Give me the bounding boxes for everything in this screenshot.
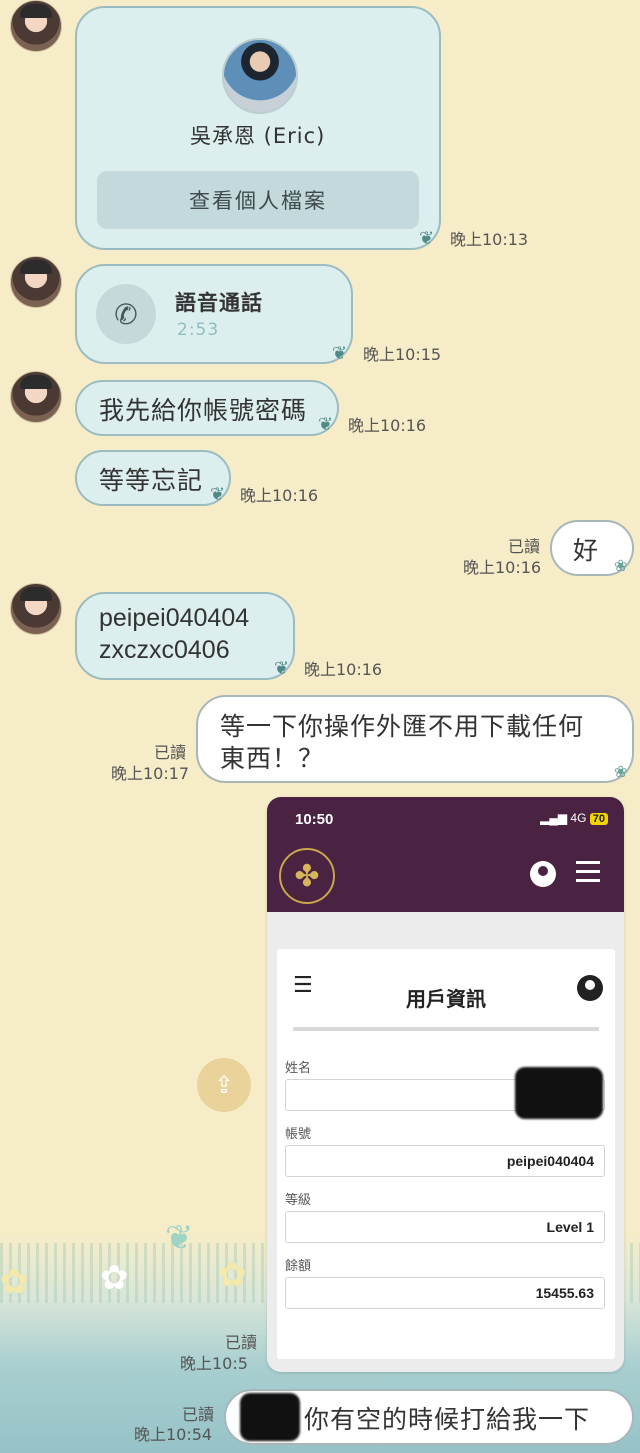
sender-avatar[interactable]: [10, 0, 62, 52]
network-label: 4G: [570, 811, 587, 825]
message-text: 好: [573, 536, 600, 565]
contact-avatar[interactable]: [222, 38, 298, 114]
call-duration: 2:53: [177, 320, 220, 340]
redaction-mark: [240, 1393, 300, 1441]
apple-icon: ❀: [614, 762, 628, 781]
contact-name: 吳承恩 (Eric): [190, 124, 326, 148]
message-time: 晚上10:17: [111, 764, 190, 783]
divider: [293, 1027, 599, 1031]
brand-logo: ✤: [279, 848, 335, 904]
flower-icon: ✿: [100, 1258, 129, 1298]
field-label: 等級: [285, 1193, 312, 1208]
signal-icon: ▂▄▆: [540, 811, 571, 825]
level-field: Level 1: [285, 1211, 605, 1243]
butterfly-icon: ❦: [210, 484, 226, 505]
account-field: peipei040404: [285, 1145, 605, 1177]
message-text: 你有空的時候打給我一下: [304, 1405, 591, 1434]
message-text: 我先給你帳號密碼: [99, 396, 308, 425]
butterfly-icon: ❦: [165, 1218, 194, 1258]
message-text: 等等忘記: [99, 466, 204, 495]
sender-avatar[interactable]: [10, 371, 62, 423]
message-text: peipei040404: [99, 604, 250, 632]
message-time: 晚上10:5: [180, 1354, 248, 1373]
shared-image[interactable]: 10:50 ▂▄▆ 4G 70 ✤ ☰ 用戶資訊 姓名 陳佩佩 帳號 peipe…: [267, 797, 624, 1372]
butterfly-icon: ❦: [332, 343, 348, 364]
message-time: 晚上10:16: [348, 416, 427, 435]
field-label: 帳號: [285, 1127, 312, 1142]
message-text: 等一下你操作外匯不用下載任何: [220, 712, 585, 741]
apple-icon: ❀: [614, 556, 628, 575]
field-label: 姓名: [285, 1061, 312, 1076]
sender-avatar[interactable]: [10, 583, 62, 635]
balance-field: 15455.63: [285, 1277, 605, 1309]
status-clock: 10:50: [295, 811, 334, 828]
message-time: 晚上10:16: [463, 558, 542, 577]
user-info-card: ☰ 用戶資訊 姓名 陳佩佩 帳號 peipei040404 等級 Level 1…: [277, 949, 615, 1359]
field-label: 餘額: [285, 1259, 312, 1274]
phone-icon: ✆: [96, 284, 156, 344]
flower-icon: ✿: [0, 1262, 29, 1302]
flower-icon: ✿: [218, 1255, 247, 1295]
menu-icon: [576, 861, 600, 883]
view-profile-button[interactable]: 查看個人檔案: [97, 171, 419, 229]
redaction-mark: [515, 1067, 603, 1119]
message-time: 晚上10:54: [134, 1425, 213, 1444]
card-title: 用戶資訊: [406, 987, 486, 1011]
user-icon: [577, 975, 603, 1001]
message-time: 晚上10:16: [240, 486, 319, 505]
butterfly-icon: ❦: [274, 658, 290, 679]
message-time: 晚上10:13: [450, 230, 529, 249]
status-bar: ▂▄▆ 4G 70: [540, 811, 608, 825]
sender-avatar[interactable]: [10, 256, 62, 308]
user-icon: [530, 861, 556, 887]
butterfly-icon: ❦: [318, 414, 334, 435]
battery-icon: 70: [589, 813, 608, 825]
message-text: 東西！？: [220, 744, 325, 773]
call-title: 語音通話: [175, 291, 263, 315]
butterfly-icon: ❦: [419, 228, 435, 249]
share-icon[interactable]: ⇪: [197, 1058, 251, 1112]
message-text: zxczxc0406: [99, 636, 230, 664]
message-time: 晚上10:15: [363, 345, 442, 364]
message-time: 晚上10:16: [304, 660, 383, 679]
